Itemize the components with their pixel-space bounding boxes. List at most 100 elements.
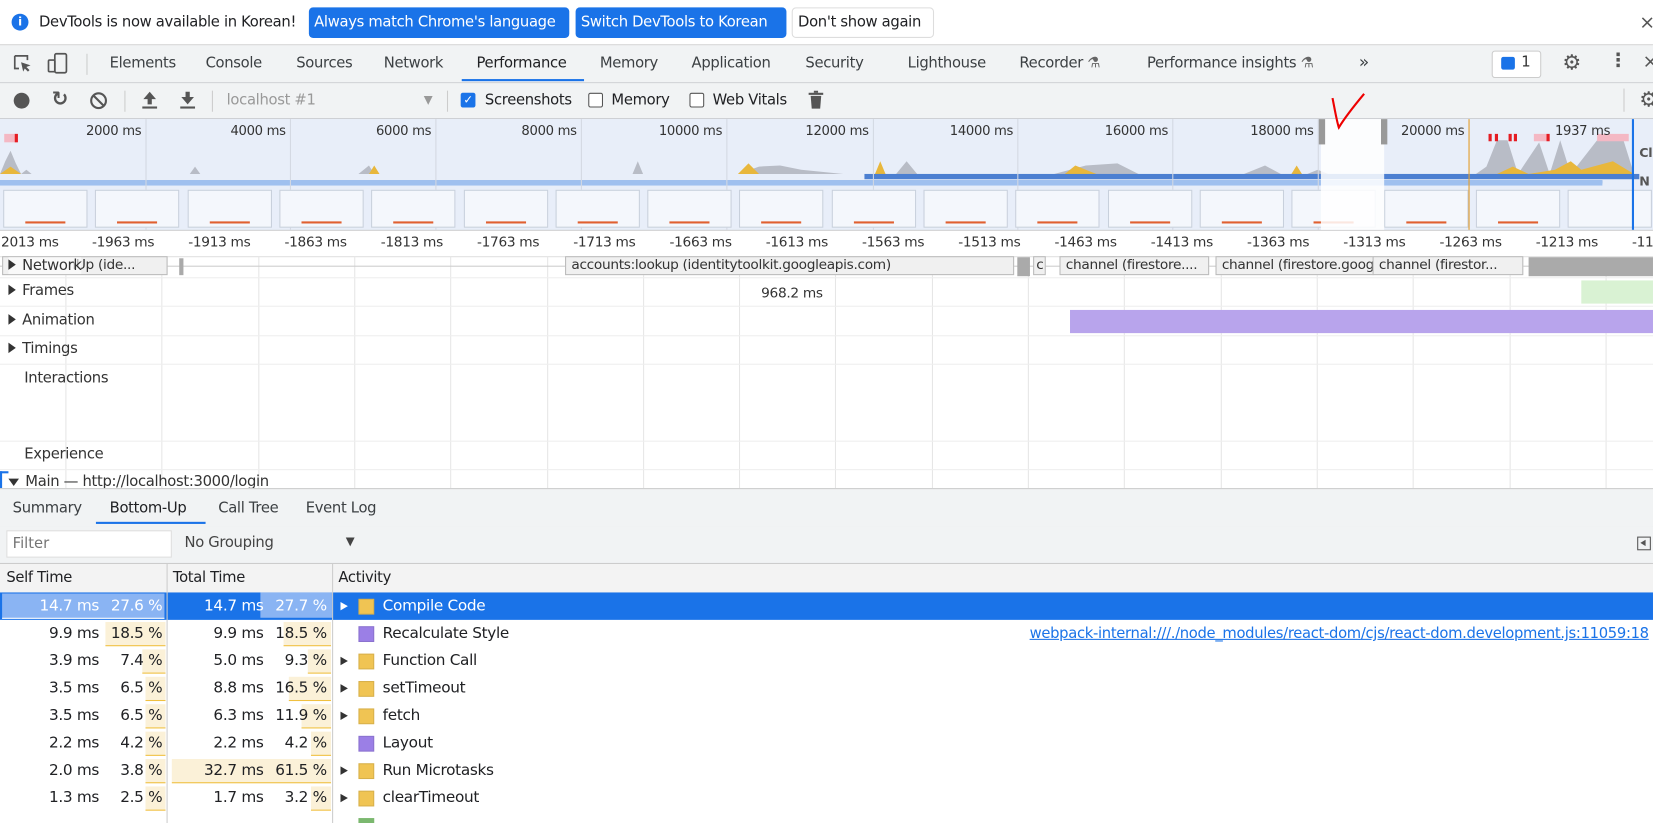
table-row-partial[interactable] bbox=[0, 812, 1653, 823]
column-header-self-time[interactable]: Self Time bbox=[6, 569, 72, 586]
screenshot-thumbnail[interactable] bbox=[187, 189, 272, 228]
network-request-channel[interactable]: channel (firestore.goog bbox=[1215, 256, 1374, 276]
screenshot-thumbnail[interactable] bbox=[1567, 189, 1653, 228]
tab-event-log[interactable]: Event Log bbox=[306, 500, 377, 517]
column-divider[interactable] bbox=[166, 563, 168, 823]
record-button[interactable] bbox=[13, 92, 30, 109]
expand-arrow-icon[interactable] bbox=[340, 656, 348, 666]
network-track-label[interactable]: Network bbox=[8, 257, 82, 275]
screenshot-thumbnail[interactable] bbox=[463, 189, 548, 228]
profile-select[interactable]: localhost #1 ▼ bbox=[217, 87, 440, 112]
upload-profile-icon[interactable] bbox=[141, 91, 158, 110]
screenshot-thumbnail[interactable] bbox=[279, 189, 364, 228]
screenshot-thumbnail[interactable] bbox=[739, 189, 824, 228]
network-request-bar[interactable]: c bbox=[1033, 256, 1046, 276]
frames-track-label[interactable]: Frames bbox=[8, 283, 74, 299]
tab-bottom-up[interactable]: Bottom-Up bbox=[110, 500, 187, 517]
web-vitals-label[interactable]: Web Vitals bbox=[713, 92, 788, 109]
tab-elements[interactable]: Elements bbox=[110, 55, 177, 72]
source-link[interactable]: webpack-internal:///./node_modules/react… bbox=[1030, 620, 1649, 647]
table-row[interactable]: 9.9 ms 18.5 % 9.9 ms 18.5 % Recalculate Styl… bbox=[0, 620, 1653, 647]
screenshots-checkbox[interactable]: ✓ bbox=[460, 92, 476, 108]
screenshot-thumbnail[interactable] bbox=[1107, 189, 1192, 228]
dont-show-again-button[interactable]: Don't show again bbox=[791, 7, 935, 38]
clear-icon[interactable] bbox=[90, 92, 108, 110]
screenshot-thumbnail[interactable] bbox=[95, 189, 180, 228]
expand-arrow-icon[interactable] bbox=[340, 601, 348, 611]
screenshot-thumbnail[interactable] bbox=[1015, 189, 1100, 228]
selection-right-handle[interactable] bbox=[1381, 119, 1388, 145]
timeline-overview[interactable]: 2000 ms 4000 ms 6000 ms 8000 ms 10000 ms 1200… bbox=[0, 93, 1653, 231]
network-request-bar[interactable] bbox=[1017, 257, 1030, 277]
table-row[interactable]: 2.2 ms 4.2 % 2.2 ms 4.2 % Layout bbox=[0, 730, 1653, 757]
tab-security[interactable]: Security bbox=[805, 55, 863, 72]
column-header-activity[interactable]: Activity bbox=[338, 569, 391, 586]
tab-memory[interactable]: Memory bbox=[600, 55, 658, 72]
switch-to-korean-button[interactable]: Switch DevTools to Korean bbox=[575, 7, 787, 38]
column-divider[interactable] bbox=[332, 563, 334, 823]
expand-arrow-icon[interactable] bbox=[340, 711, 348, 721]
tab-console[interactable]: Console bbox=[206, 55, 263, 72]
table-row[interactable]: 3.9 ms 7.4 % 5.0 ms 9.3 % Function Call bbox=[0, 647, 1653, 674]
network-request-accounts-lookup[interactable]: accounts:lookup (identitytoolkit.googlea… bbox=[565, 256, 1015, 276]
screenshot-thumbnail[interactable] bbox=[831, 189, 916, 228]
animation-block[interactable] bbox=[1070, 309, 1653, 334]
capture-settings-gear-icon[interactable]: ⚙ bbox=[1639, 86, 1653, 111]
close-infobar-icon[interactable]: × bbox=[1639, 12, 1653, 34]
screenshot-thumbnail[interactable] bbox=[923, 189, 1008, 228]
filter-input[interactable] bbox=[6, 530, 172, 558]
download-profile-icon[interactable] bbox=[179, 91, 196, 110]
screenshot-thumbnail[interactable] bbox=[1383, 189, 1468, 228]
tab-application[interactable]: Application bbox=[692, 55, 771, 72]
table-row[interactable]: 3.5 ms 6.5 % 8.8 ms 16.5 % setTimeout bbox=[0, 675, 1653, 702]
reload-record-icon[interactable]: ↻ bbox=[52, 87, 69, 110]
column-header-total-time[interactable]: Total Time bbox=[173, 569, 245, 586]
grouping-select[interactable]: No Grouping ▼ bbox=[179, 530, 358, 557]
main-track-label[interactable]: Main — http://localhost:3000/login bbox=[8, 473, 269, 488]
expand-arrow-icon[interactable] bbox=[340, 766, 348, 775]
more-options-icon[interactable]: ⋮ bbox=[1609, 50, 1628, 72]
memory-label[interactable]: Memory bbox=[611, 92, 669, 109]
screenshot-thumbnail[interactable] bbox=[555, 189, 640, 228]
screenshot-thumbnail[interactable] bbox=[1199, 189, 1284, 228]
selection-left-handle[interactable] bbox=[1318, 119, 1326, 145]
main-track[interactable]: Main — http://localhost:3000/login bbox=[0, 469, 1653, 489]
trash-icon[interactable] bbox=[808, 90, 824, 110]
timings-track-label[interactable]: Timings bbox=[8, 341, 78, 357]
memory-checkbox[interactable] bbox=[588, 92, 604, 108]
tab-recorder[interactable]: Recorder ⚗ bbox=[1019, 55, 1100, 72]
screenshot-thumbnail[interactable] bbox=[3, 189, 88, 228]
device-toolbar-icon[interactable] bbox=[46, 52, 69, 75]
network-request-channel[interactable]: channel (firestor... bbox=[1372, 256, 1524, 276]
tab-call-tree[interactable]: Call Tree bbox=[218, 500, 278, 517]
frame-block[interactable] bbox=[1581, 280, 1653, 304]
tab-lighthouse[interactable]: Lighthouse bbox=[908, 55, 987, 72]
expand-arrow-icon[interactable] bbox=[340, 793, 348, 803]
settings-gear-icon[interactable]: ⚙ bbox=[1562, 50, 1581, 75]
toggle-sidebar-icon[interactable] bbox=[1637, 536, 1651, 551]
expand-arrow-icon[interactable] bbox=[340, 684, 348, 693]
animation-track-label[interactable]: Animation bbox=[8, 312, 95, 329]
timings-track[interactable] bbox=[0, 335, 1653, 365]
tab-network[interactable]: Network bbox=[384, 55, 444, 72]
tab-summary[interactable]: Summary bbox=[13, 500, 82, 517]
table-row[interactable]: 14.7 ms 27.6 % 14.7 ms 27.7 % Compile Code bbox=[0, 592, 1653, 620]
table-row[interactable]: 1.3 ms 2.5 % 1.7 ms 3.2 % clearTimeout bbox=[0, 784, 1653, 811]
network-request-bar[interactable] bbox=[1528, 257, 1653, 277]
table-row[interactable]: 2.0 ms 3.8 % 32.7 ms 61.5 % Run Microtasks bbox=[0, 757, 1653, 784]
network-request-channel[interactable]: channel (firestore.... bbox=[1059, 256, 1210, 276]
screenshot-thumbnail[interactable] bbox=[647, 189, 732, 228]
web-vitals-checkbox[interactable] bbox=[689, 92, 705, 108]
inspect-element-icon[interactable] bbox=[13, 54, 34, 75]
tab-sources[interactable]: Sources bbox=[296, 55, 352, 72]
overview-selection-window[interactable] bbox=[1320, 119, 1385, 230]
screenshot-thumbnail[interactable] bbox=[1475, 189, 1561, 228]
screenshot-thumbnail[interactable] bbox=[371, 189, 456, 228]
tab-performance-insights[interactable]: Performance insights ⚗ bbox=[1147, 55, 1314, 72]
screenshots-label[interactable]: Screenshots bbox=[485, 92, 572, 109]
frames-track[interactable] bbox=[0, 277, 1653, 307]
network-request-bar[interactable] bbox=[179, 258, 184, 276]
table-row[interactable]: 3.5 ms 6.5 % 6.3 ms 11.9 % fetch bbox=[0, 702, 1653, 729]
more-tabs-button[interactable]: » bbox=[1359, 52, 1369, 72]
tab-performance[interactable]: Performance bbox=[476, 55, 566, 72]
